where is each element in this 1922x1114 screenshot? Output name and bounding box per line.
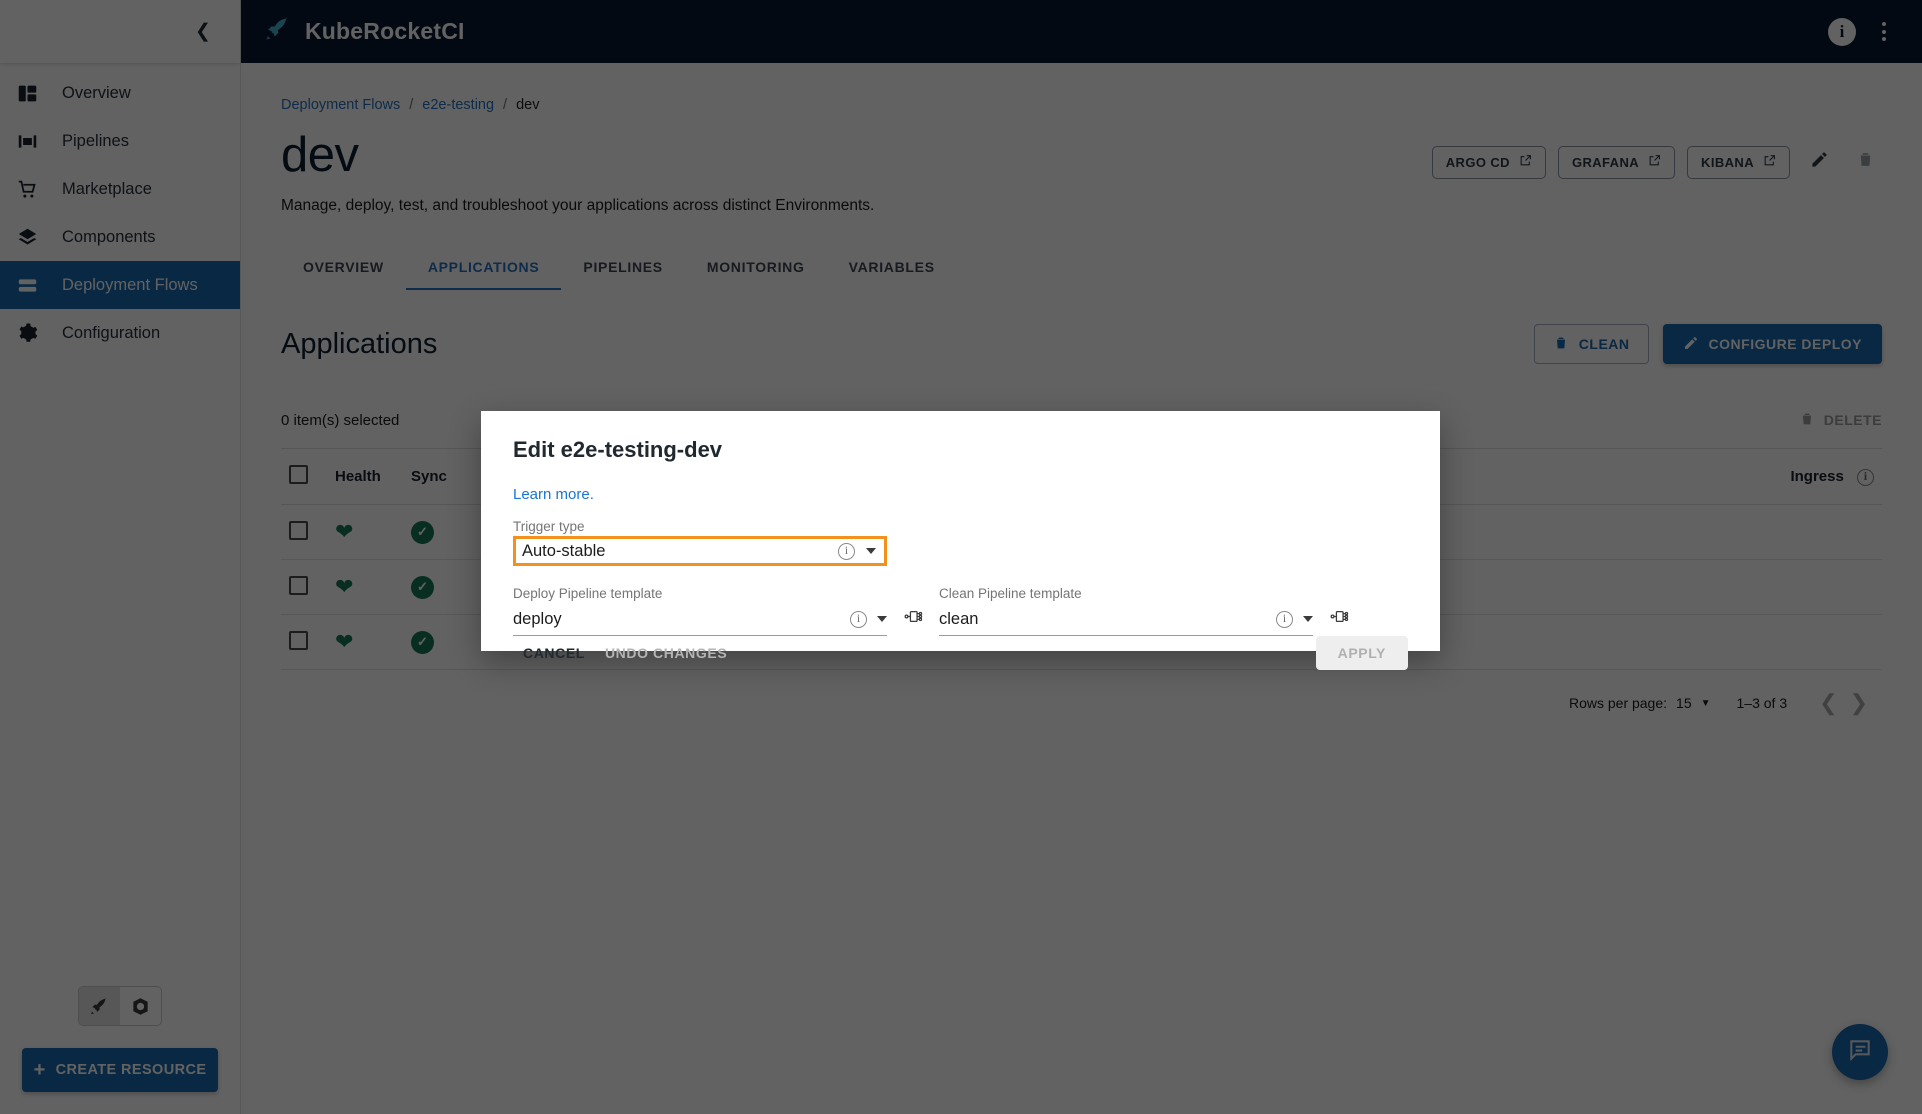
trigger-type-select[interactable]: Auto-stable i — [513, 536, 887, 566]
deploy-pipeline-template-field: Deploy Pipeline template deploy i — [513, 586, 887, 636]
clean-template-select[interactable]: clean i — [939, 603, 1313, 636]
info-icon[interactable]: i — [838, 543, 855, 560]
clean-pipeline-template-field: Clean Pipeline template clean i — [939, 586, 1313, 636]
info-icon[interactable]: i — [1276, 611, 1293, 628]
deploy-template-adornments: i — [850, 611, 887, 628]
deploy-template-tree-button[interactable] — [891, 602, 935, 636]
info-icon[interactable]: i — [850, 611, 867, 628]
trigger-type-adornments: i — [838, 543, 876, 560]
deploy-template-select[interactable]: deploy i — [513, 603, 887, 636]
apply-button[interactable]: APPLY — [1316, 636, 1408, 670]
chevron-down-icon[interactable] — [1303, 616, 1313, 622]
learn-more-link[interactable]: Learn more. — [513, 486, 1408, 503]
clean-template-adornments: i — [1276, 611, 1313, 628]
chevron-down-icon[interactable] — [877, 616, 887, 622]
dialog-actions: CANCEL UNDO CHANGES APPLY — [513, 636, 1408, 690]
undo-changes-button[interactable]: UNDO CHANGES — [595, 637, 737, 669]
edit-deployment-flow-dialog: Edit e2e-testing-dev Learn more. Trigger… — [481, 411, 1440, 651]
clean-template-label: Clean Pipeline template — [939, 586, 1313, 601]
pipeline-tree-icon — [1330, 607, 1349, 631]
deploy-template-value: deploy — [513, 610, 562, 629]
pipeline-templates-row: Deploy Pipeline template deploy i — [513, 586, 1408, 636]
clean-template-tree-button[interactable] — [1317, 602, 1361, 636]
deploy-template-label: Deploy Pipeline template — [513, 586, 887, 601]
dialog-title: Edit e2e-testing-dev — [513, 437, 1408, 463]
chevron-down-icon[interactable] — [866, 548, 876, 554]
trigger-type-value: Auto-stable — [522, 542, 605, 561]
pipeline-tree-icon — [904, 607, 923, 631]
cancel-button[interactable]: CANCEL — [513, 637, 595, 669]
trigger-type-field: Trigger type Auto-stable i — [513, 519, 887, 566]
trigger-type-label: Trigger type — [513, 519, 887, 534]
clean-template-value: clean — [939, 610, 978, 629]
